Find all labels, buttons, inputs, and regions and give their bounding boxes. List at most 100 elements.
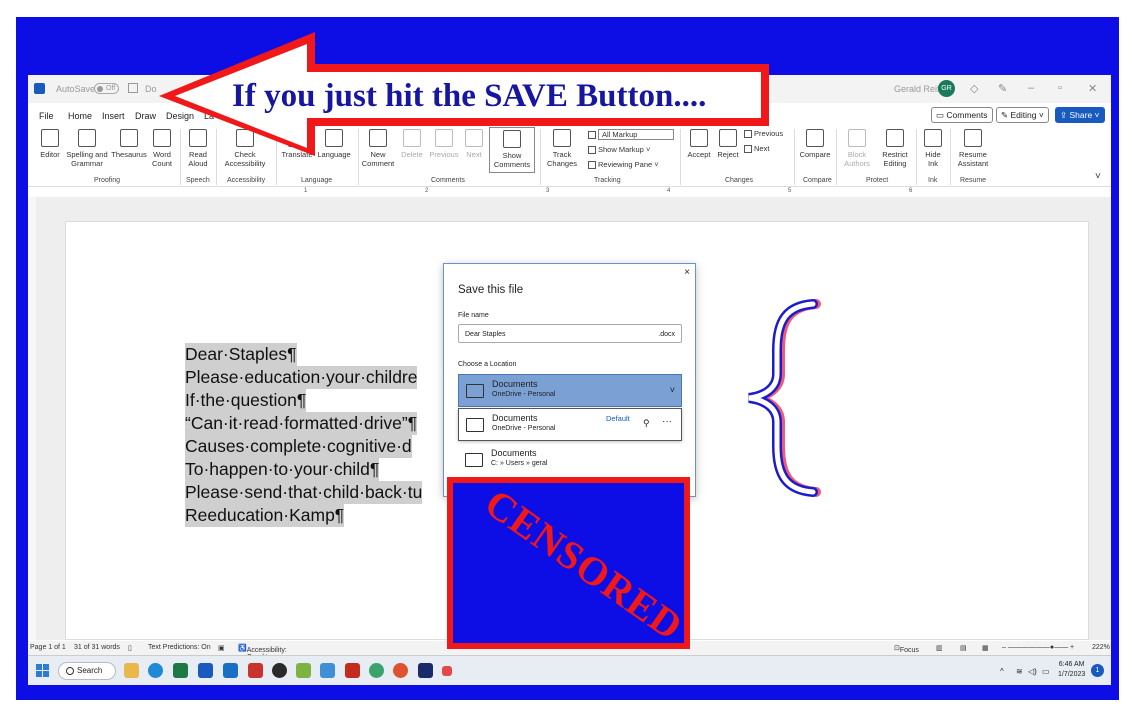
share-label: Share [1069, 110, 1093, 120]
text-predictions[interactable]: Text Predictions: On [148, 644, 211, 651]
clock[interactable]: 6:46 AM 1/7/2023 [1058, 660, 1085, 680]
battery-icon[interactable]: ▭ [1042, 667, 1050, 676]
reviewing-pane-button[interactable]: Reviewing Pane ˅ [588, 160, 659, 170]
location-name: Documents [491, 448, 537, 458]
taskbar-search[interactable]: Search [58, 662, 116, 680]
more-options-icon[interactable]: ··· [662, 416, 672, 427]
edge-icon[interactable] [148, 663, 163, 678]
vertical-ruler[interactable] [28, 197, 36, 640]
app-icon[interactable] [272, 663, 287, 678]
windows-start-icon[interactable] [36, 664, 50, 678]
excel-icon[interactable] [173, 663, 188, 678]
location-select[interactable]: Documents OneDrive - Personal ˅ [458, 374, 682, 407]
compare-button[interactable]: Compare [798, 129, 832, 159]
menu-insert[interactable]: Insert [102, 111, 125, 121]
zoom-level[interactable]: 222% [1092, 644, 1110, 651]
pen-icon[interactable]: ✎ [998, 82, 1007, 95]
proofing-icon[interactable]: ▯ [128, 644, 132, 652]
editor-icon [41, 129, 59, 147]
spelling-button[interactable]: Spelling and Grammar [64, 129, 110, 168]
file-name-input[interactable]: Dear Staples .docx [458, 324, 682, 343]
acrobat-icon[interactable] [345, 663, 360, 678]
outlook-icon[interactable] [223, 663, 238, 678]
share-button[interactable]: ⇪ Share ˅ [1055, 107, 1105, 123]
group-compare: Compare [803, 177, 832, 184]
ruler-number: 6 [909, 188, 913, 194]
compare-label: Compare [799, 150, 831, 159]
hide-ink-label: Hide Ink [925, 150, 941, 168]
location-option[interactable]: Documents C: » Users » geral [458, 444, 682, 477]
file-name-value: Dear Staples [465, 331, 506, 338]
app-icon[interactable] [442, 666, 452, 676]
doc-line: “Can·it·read·formatted·drive”¶ [185, 412, 418, 435]
doc-line: To·happen·to·your·child¶ [185, 458, 380, 481]
pin-icon[interactable]: ⚲ [643, 418, 650, 429]
menu-home[interactable]: Home [68, 111, 92, 121]
group-resume: Resume [960, 177, 987, 184]
restore-icon[interactable]: ▫ [1058, 82, 1062, 94]
thesaurus-label: Thesaurus [111, 150, 147, 159]
comments-label: Comments [946, 110, 988, 120]
minimize-icon[interactable]: – [1028, 82, 1034, 94]
zoom-slider[interactable]: – ——————●—— + [1002, 644, 1074, 651]
accessibility-status[interactable]: ♿ Accessibility: Good to go [238, 644, 287, 661]
menu-file[interactable]: File [39, 111, 54, 121]
chevron-down-icon: ˅ [669, 385, 675, 395]
location-name: Documents [492, 379, 538, 389]
comments-button[interactable]: ▭ Comments [931, 107, 993, 123]
file-explorer-icon[interactable] [124, 663, 139, 678]
reviewing-pane-label: Reviewing Pane [598, 160, 653, 169]
wifi-icon[interactable]: ≋ [1016, 667, 1023, 676]
word-icon[interactable] [198, 663, 213, 678]
word-logo-icon [34, 83, 45, 94]
abc-check-icon [78, 129, 96, 147]
autosave-toggle[interactable]: Off [94, 83, 119, 94]
notification-badge[interactable]: 1 [1091, 664, 1104, 677]
photos-icon[interactable] [296, 663, 311, 678]
horizontal-ruler[interactable]: 1 2 3 4 5 6 [28, 188, 1111, 196]
restrict-editing-button[interactable]: Restrict Editing [878, 129, 912, 168]
block-authors-button[interactable]: Block Authors [840, 129, 874, 168]
doc-line: Please·send·that·child·back·tu [185, 481, 423, 504]
menu-draw[interactable]: Draw [135, 111, 156, 121]
app-icon[interactable] [369, 663, 384, 678]
date: 1/7/2023 [1058, 671, 1086, 678]
read-mode-icon[interactable]: ▥ [936, 644, 943, 652]
document-text[interactable]: Dear·Staples¶ Please·education·your·chil… [185, 343, 423, 527]
location-path: C: » Users » geral [491, 460, 548, 467]
choose-location-label: Choose a Location [458, 361, 517, 368]
location-option[interactable]: Documents OneDrive - Personal Default ⚲ … [458, 408, 682, 441]
editing-label: Editing [1010, 110, 1037, 120]
ruler-number: 3 [546, 188, 550, 194]
editor-button[interactable]: Editor [36, 129, 64, 159]
close-icon[interactable]: ✕ [1088, 82, 1097, 95]
app-icon[interactable] [248, 663, 263, 678]
compare-icon [806, 129, 824, 147]
print-layout-icon[interactable]: ▤ [960, 644, 967, 652]
avatar[interactable]: GR [938, 80, 955, 97]
chevron-up-icon[interactable]: ^ [1000, 667, 1004, 676]
word-count[interactable]: 31 of 31 words [74, 644, 120, 651]
page-count[interactable]: Page 1 of 1 [30, 644, 66, 651]
audition-icon[interactable] [418, 663, 433, 678]
group-accessibility: Accessibility [227, 177, 266, 184]
macro-icon[interactable]: ▣ [218, 644, 225, 652]
callout-text: If you just hit the SAVE Button.... [232, 78, 707, 114]
thesaurus-button[interactable]: Thesaurus [110, 129, 148, 159]
notepad-icon[interactable] [320, 663, 335, 678]
resume-assistant-button[interactable]: Resume Assistant [954, 129, 992, 168]
dialog-close-icon[interactable]: × [684, 267, 690, 278]
autosave-label: AutoSave [56, 84, 96, 94]
volume-icon[interactable]: ◁) [1028, 667, 1037, 676]
divider [950, 129, 951, 185]
focus-button[interactable]: ⊡ Focus [894, 644, 919, 654]
file-extension: .docx [658, 331, 675, 338]
hide-ink-button[interactable]: Hide Ink [920, 129, 946, 168]
chrome-icon[interactable] [393, 663, 408, 678]
diamond-icon[interactable]: ◇ [970, 82, 978, 95]
web-layout-icon[interactable]: ▦ [982, 644, 989, 652]
ruler-number: 5 [788, 188, 792, 194]
collapse-ribbon-icon[interactable]: ˅ [1095, 171, 1101, 182]
save-icon[interactable] [128, 83, 138, 93]
editing-button[interactable]: ✎ Editing ˅ [996, 107, 1049, 123]
